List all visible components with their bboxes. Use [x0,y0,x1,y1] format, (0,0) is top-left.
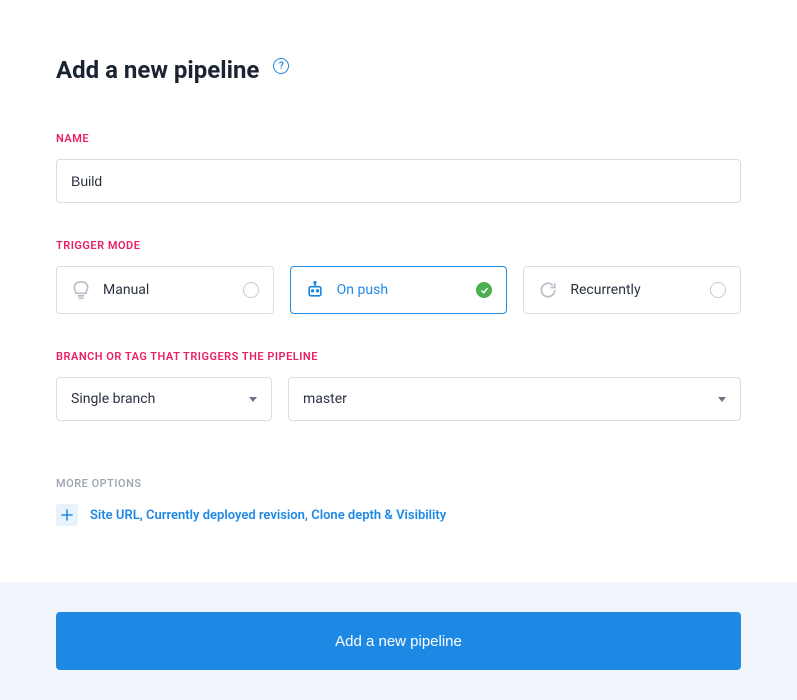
radio-indicator [710,282,726,298]
refresh-icon [538,280,558,300]
check-icon [476,282,492,298]
trigger-option-on-push[interactable]: On push [290,266,508,314]
page-title: Add a new pipeline [56,56,259,84]
trigger-option-recurrently[interactable]: Recurrently [523,266,741,314]
name-field-group: NAME [56,132,741,203]
trigger-option-manual[interactable]: Manual [56,266,274,314]
trigger-recurrently-text: Recurrently [570,282,698,298]
chevron-down-icon [249,397,257,402]
more-options-text: Site URL, Currently deployed revision, C… [90,508,446,523]
more-options-expand[interactable]: Site URL, Currently deployed revision, C… [56,504,741,526]
branch-name-dropdown[interactable]: master [288,377,741,421]
branch-name-value: master [303,391,718,407]
branch-label: BRANCH OR TAG THAT TRIGGERS THE PIPELINE [56,350,741,363]
trigger-manual-text: Manual [103,282,231,298]
branch-row: Single branch master [56,377,741,421]
trigger-mode-label: TRIGGER MODE [56,239,741,252]
branch-type-value: Single branch [71,391,249,407]
chevron-down-icon [718,397,726,402]
trigger-options: Manual On push [56,266,741,314]
name-label: NAME [56,132,741,145]
branch-field-group: BRANCH OR TAG THAT TRIGGERS THE PIPELINE… [56,350,741,421]
manual-icon [71,280,91,300]
add-pipeline-button[interactable]: Add a new pipeline [56,612,741,670]
footer: Add a new pipeline [0,582,797,700]
robot-icon [305,280,325,300]
help-icon[interactable]: ? [273,58,289,74]
trigger-mode-group: TRIGGER MODE Manual [56,239,741,314]
trigger-on-push-text: On push [337,282,465,298]
radio-indicator [243,282,259,298]
branch-type-dropdown[interactable]: Single branch [56,377,272,421]
name-input[interactable] [56,159,741,203]
plus-icon [56,504,78,526]
more-options-label: MORE OPTIONS [56,477,741,490]
page-title-row: Add a new pipeline ? [56,56,741,84]
